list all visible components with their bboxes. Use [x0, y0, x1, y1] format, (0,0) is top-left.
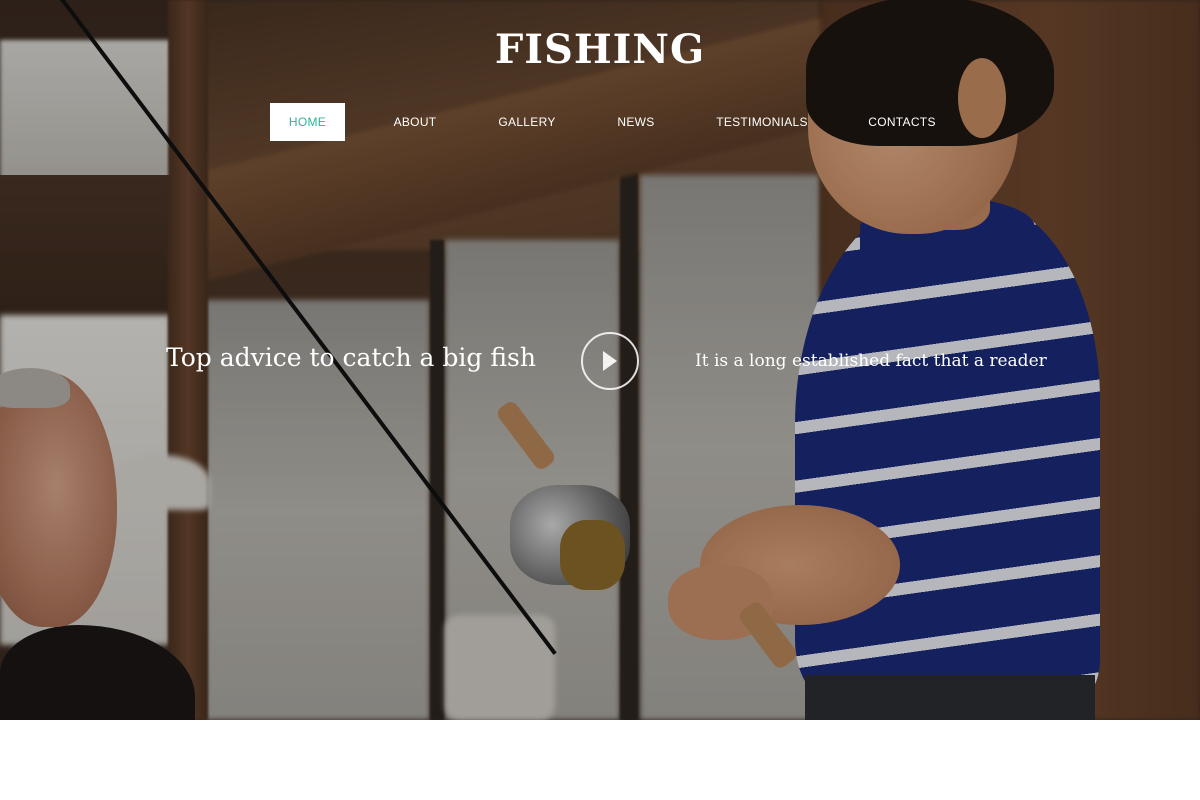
nav-news[interactable]: NEWS	[569, 103, 703, 141]
main-nav: HOME ABOUT GALLERY NEWS TESTIMONIALS CON…	[270, 103, 983, 141]
nav-gallery[interactable]: GALLERY	[485, 103, 569, 141]
nav-testimonials[interactable]: TESTIMONIALS	[703, 103, 821, 141]
hero-banner: FISHING HOME ABOUT GALLERY NEWS TESTIMON…	[0, 0, 1200, 720]
nav-home[interactable]: HOME	[270, 103, 345, 141]
hero-tagline: Top advice to catch a big fish	[166, 343, 536, 372]
play-icon	[603, 351, 617, 371]
site-logo[interactable]: FISHING	[0, 26, 1200, 73]
nav-about[interactable]: ABOUT	[345, 103, 485, 141]
page-content-area	[0, 720, 1200, 800]
play-video-button[interactable]	[581, 332, 639, 390]
hero-blurb: It is a long established fact that a rea…	[695, 351, 1047, 371]
nav-contacts[interactable]: CONTACTS	[821, 103, 983, 141]
